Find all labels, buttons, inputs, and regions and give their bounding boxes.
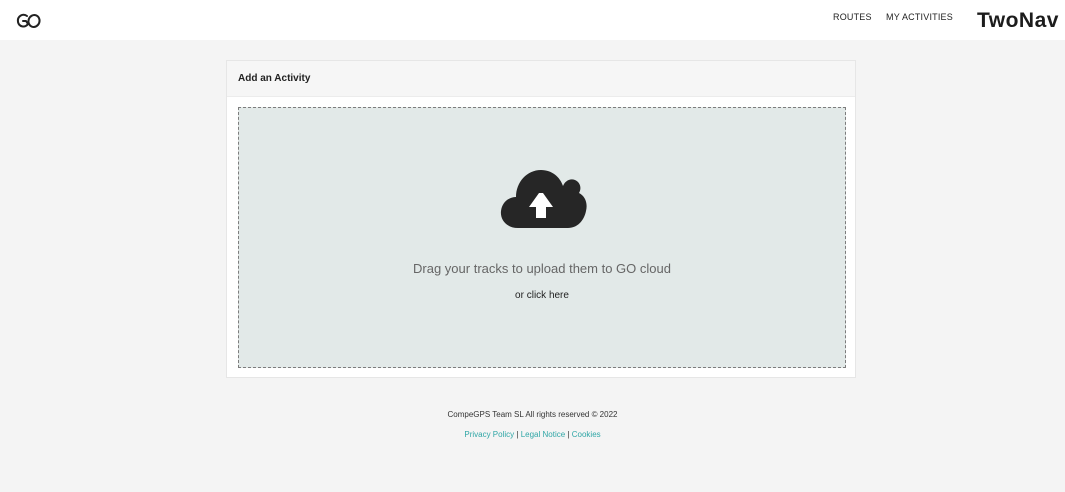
cloud-upload-icon xyxy=(500,170,587,228)
footer-links: Privacy Policy | Legal Notice | Cookies xyxy=(0,430,1065,439)
card-title: Add an Activity xyxy=(238,73,311,84)
card-header: Add an Activity xyxy=(227,61,855,97)
footer-separator: | xyxy=(516,430,519,439)
twonav-brand-logo[interactable]: TwoNav xyxy=(977,9,1059,33)
footer-separator: | xyxy=(567,430,570,439)
dropzone-instruction: Drag your tracks to upload them to GO cl… xyxy=(413,261,671,276)
footer-copyright: CompeGPS Team SL All rights reserved © 2… xyxy=(447,410,618,419)
add-activity-card: Add an Activity Drag your tracks to uplo… xyxy=(226,60,856,378)
click-here-link[interactable]: or click here xyxy=(239,290,845,301)
legal-notice-link[interactable]: Legal Notice xyxy=(521,430,565,439)
upload-dropzone[interactable]: Drag your tracks to upload them to GO cl… xyxy=(238,107,846,368)
nav-my-activities-link[interactable]: MY ACTIVITIES xyxy=(886,12,953,22)
top-navbar: ROUTES MY ACTIVITIES TwoNav xyxy=(0,0,1065,40)
cookies-link[interactable]: Cookies xyxy=(572,430,601,439)
privacy-policy-link[interactable]: Privacy Policy xyxy=(464,430,514,439)
go-logo-icon[interactable] xyxy=(16,12,42,30)
nav-routes-link[interactable]: ROUTES xyxy=(833,12,872,22)
